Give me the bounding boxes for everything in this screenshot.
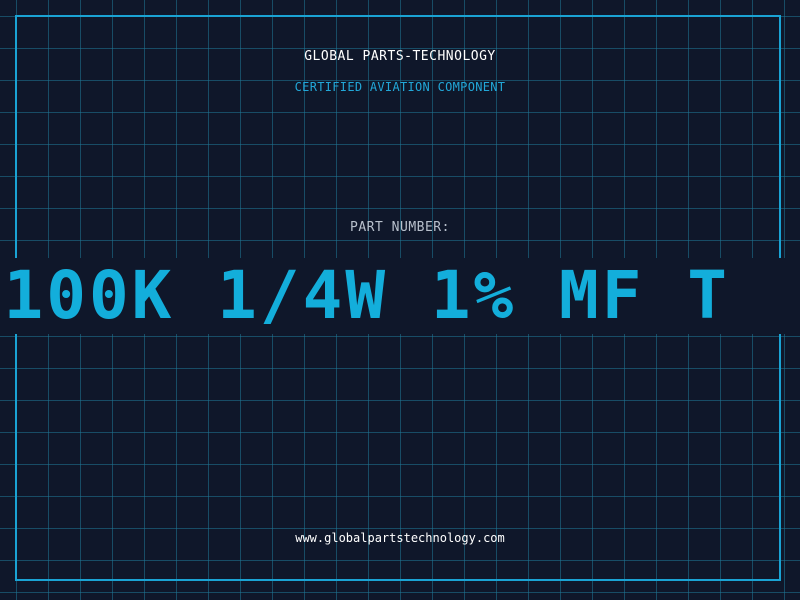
company-name: GLOBAL PARTS-TECHNOLOGY: [304, 49, 496, 64]
website-url: www.globalpartstechnology.com: [295, 531, 505, 545]
part-number-text: 6 100K 1/4W 1% MF T: [0, 258, 730, 334]
certification-subtitle: CERTIFIED AVIATION COMPONENT: [294, 80, 506, 94]
part-number-band: 6 100K 1/4W 1% MF T: [0, 258, 800, 334]
part-number-label: PART NUMBER:: [350, 220, 450, 235]
